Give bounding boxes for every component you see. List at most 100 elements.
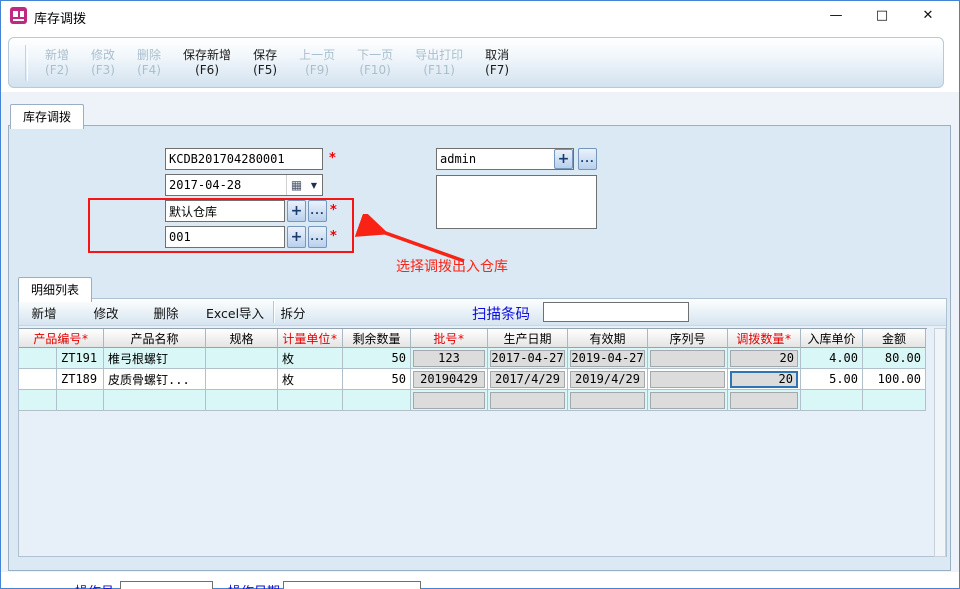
warehouse-highlight-box <box>88 198 354 253</box>
table-vertical-scrollbar[interactable] <box>934 328 946 557</box>
cell-product-name[interactable]: 椎弓根螺钉 <box>104 348 206 369</box>
scan-barcode-label: 扫描条码 <box>472 303 530 324</box>
cell-product-code[interactable]: ZT189 <box>57 369 104 390</box>
shipper-add-button[interactable]: + <box>554 149 573 169</box>
cell-batch-no-value[interactable] <box>413 392 485 409</box>
cell-serial-no-value[interactable] <box>650 371 725 388</box>
cell-batch-no-value[interactable]: 123 <box>413 350 485 367</box>
toolbar-new-label: 新增 <box>45 48 69 63</box>
operation-date-label: 操作日期: <box>228 581 284 589</box>
operation-date-input[interactable] <box>283 581 421 589</box>
chevron-down-icon[interactable]: ▼ <box>306 175 322 195</box>
cell-expiry-date[interactable] <box>568 390 648 411</box>
cell-expiry-date-value[interactable]: 2019-04-27 <box>570 350 645 367</box>
cell-inbound-price[interactable] <box>801 390 863 411</box>
tab-detail-list[interactable]: 明细列表 <box>18 277 92 302</box>
operator-label: 操作员: <box>75 581 118 589</box>
order-date-picker[interactable]: 2017-04-28 ▦ ▼ <box>165 174 323 196</box>
cell-product-code[interactable] <box>57 390 104 411</box>
col-header-expiry-date[interactable]: 有效期 <box>568 329 648 348</box>
cell-production-date-value[interactable]: 2017/4/29 <box>490 371 565 388</box>
toolbar-cancel-button[interactable]: 取消 (F7) <box>474 48 520 77</box>
cell-amount[interactable]: 100.00 <box>863 369 926 390</box>
operator-input[interactable] <box>120 581 213 589</box>
detail-edit-button[interactable]: 修改 <box>81 303 131 322</box>
cell-amount[interactable] <box>863 390 926 411</box>
cell-serial-no[interactable] <box>648 348 728 369</box>
col-header-unit[interactable]: 计量单位* <box>278 329 343 348</box>
cell-transfer-qty[interactable] <box>728 390 801 411</box>
cell-production-date[interactable]: 2017-04-27 <box>488 348 568 369</box>
row-indicator <box>19 348 57 369</box>
cell-expiry-date-value[interactable]: 2019/4/29 <box>570 371 645 388</box>
cell-expiry-date-value[interactable] <box>570 392 645 409</box>
cell-spec[interactable] <box>206 369 278 390</box>
detail-split-button[interactable]: 拆分 <box>268 303 318 322</box>
cell-remaining-qty[interactable] <box>343 390 411 411</box>
cell-expiry-date[interactable]: 2019-04-27 <box>568 348 648 369</box>
row-indicator <box>19 369 57 390</box>
toolbar-save-fkey: (F5) <box>253 63 277 77</box>
toolbar-save-new-button[interactable]: 保存新增 (F6) <box>172 48 242 77</box>
cell-serial-no-value[interactable] <box>650 392 725 409</box>
cell-serial-no-value[interactable] <box>650 350 725 367</box>
detail-delete-button[interactable]: 删除 <box>141 303 191 322</box>
col-header-production-date[interactable]: 生产日期 <box>488 329 568 348</box>
cell-spec[interactable] <box>206 348 278 369</box>
cell-transfer-qty-value[interactable]: 20 <box>730 350 798 367</box>
cell-production-date-value[interactable]: 2017-04-27 <box>490 350 565 367</box>
toolbar-save-button[interactable]: 保存 (F5) <box>242 48 288 77</box>
cell-transfer-qty-value[interactable]: 20 <box>730 371 798 388</box>
calendar-icon[interactable]: ▦ <box>286 175 306 195</box>
maximize-icon[interactable]: □ <box>859 2 905 28</box>
tab-inventory-transfer[interactable]: 库存调拨 <box>10 104 84 129</box>
scan-barcode-input[interactable] <box>543 302 689 322</box>
cell-spec[interactable] <box>206 390 278 411</box>
col-header-serial-no[interactable]: 序列号 <box>648 329 728 348</box>
col-header-batch-no[interactable]: 批号* <box>411 329 488 348</box>
cell-product-code[interactable]: ZT191 <box>57 348 104 369</box>
cell-batch-no[interactable]: 123 <box>411 348 488 369</box>
table-row: ZT189 皮质骨螺钉... 枚 50 20190429 2017/4/29 2… <box>19 369 927 390</box>
cell-batch-no[interactable]: 20190429 <box>411 369 488 390</box>
col-header-spec[interactable]: 规格 <box>206 329 278 348</box>
cell-unit[interactable]: 枚 <box>278 369 343 390</box>
cell-product-name[interactable]: 皮质骨螺钉... <box>104 369 206 390</box>
col-header-amount[interactable]: 金额 <box>863 329 926 348</box>
close-icon[interactable]: ✕ <box>905 2 951 28</box>
cell-remaining-qty[interactable]: 50 <box>343 348 411 369</box>
cell-unit[interactable]: 枚 <box>278 348 343 369</box>
cell-transfer-qty-value[interactable] <box>730 392 798 409</box>
order-no-input[interactable] <box>165 148 323 170</box>
cell-transfer-qty-selected[interactable]: 20 <box>728 369 801 390</box>
cell-amount[interactable]: 80.00 <box>863 348 926 369</box>
col-header-inbound-price[interactable]: 入库单价 <box>801 329 863 348</box>
col-header-product-code[interactable]: 产品编号* <box>19 329 104 348</box>
cell-transfer-qty[interactable]: 20 <box>728 348 801 369</box>
cell-product-name[interactable] <box>104 390 206 411</box>
detail-new-button[interactable]: 新增 <box>19 303 69 322</box>
col-header-remaining-qty[interactable]: 剩余数量 <box>343 329 411 348</box>
cell-batch-no[interactable] <box>411 390 488 411</box>
table-row: ZT191 椎弓根螺钉 枚 50 123 2017-04-27 2019-04-… <box>19 348 927 369</box>
toolbar-grip-icon <box>25 45 28 81</box>
cell-serial-no[interactable] <box>648 369 728 390</box>
shipper-browse-button[interactable]: ... <box>578 148 597 170</box>
shipper-picker[interactable]: admin + <box>436 148 574 170</box>
window-controls: — □ ✕ <box>813 1 951 29</box>
cell-inbound-price[interactable]: 5.00 <box>801 369 863 390</box>
cell-unit[interactable] <box>278 390 343 411</box>
cell-serial-no[interactable] <box>648 390 728 411</box>
minimize-icon[interactable]: — <box>813 2 859 28</box>
cell-batch-no-value[interactable]: 20190429 <box>413 371 485 388</box>
col-header-transfer-qty[interactable]: 调拨数量* <box>728 329 801 348</box>
cell-remaining-qty[interactable]: 50 <box>343 369 411 390</box>
cell-inbound-price[interactable]: 4.00 <box>801 348 863 369</box>
cell-production-date-value[interactable] <box>490 392 565 409</box>
col-header-product-name[interactable]: 产品名称 <box>104 329 206 348</box>
cell-production-date[interactable] <box>488 390 568 411</box>
cell-expiry-date[interactable]: 2019/4/29 <box>568 369 648 390</box>
cell-production-date[interactable]: 2017/4/29 <box>488 369 568 390</box>
toolbar-new-fkey: (F2) <box>45 63 69 77</box>
detail-excel-import-button[interactable]: Excel导入 <box>197 303 273 322</box>
